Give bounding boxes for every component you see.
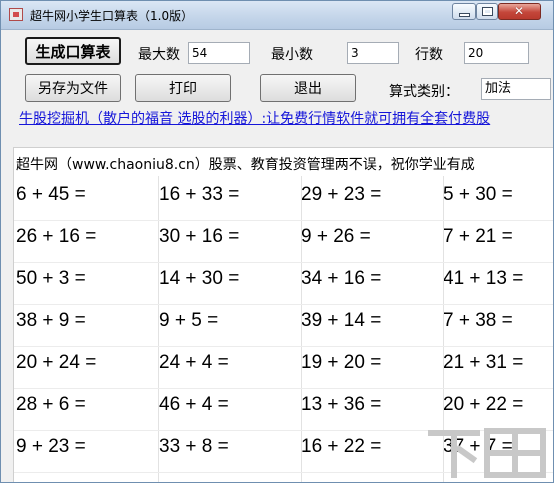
- math-problem: 39 + 14 =: [301, 310, 382, 331]
- math-problem: 38 + 9 =: [16, 310, 86, 331]
- formula-type-select[interactable]: 加法: [481, 78, 551, 100]
- math-problem: 34 + 16 =: [301, 268, 382, 289]
- close-button[interactable]: ✕: [498, 3, 541, 20]
- min-number-input[interactable]: [347, 42, 399, 64]
- print-button[interactable]: 打印: [135, 74, 231, 102]
- watermark-logo: [428, 428, 546, 478]
- generate-button[interactable]: 生成口算表: [25, 37, 121, 65]
- app-icon: [9, 8, 23, 21]
- grid-row-divider: [14, 304, 553, 305]
- formula-type-value: 加法: [485, 81, 512, 96]
- save-as-file-button[interactable]: 另存为文件: [25, 74, 121, 102]
- math-problem: 9 + 23 =: [16, 436, 86, 457]
- minimize-icon: [460, 14, 469, 16]
- grid-row-divider: [14, 346, 553, 347]
- min-number-label: 最小数: [271, 47, 313, 63]
- maximize-icon: [482, 7, 493, 16]
- close-icon: ✕: [514, 4, 525, 18]
- app-window: 超牛网小学生口算表（1.0版） ✕ 生成口算表 最大数 最小数 行数 另存为文件…: [0, 0, 554, 483]
- math-problem: 9 + 5 =: [159, 310, 219, 331]
- math-problem: 20 + 22 =: [443, 394, 524, 415]
- math-problem: 28 + 6 =: [16, 394, 86, 415]
- math-problem: 7 + 38 =: [443, 310, 513, 331]
- max-number-label: 最大数: [138, 47, 180, 63]
- math-problem: 21 + 31 =: [443, 352, 524, 373]
- grid-row-divider: [14, 388, 553, 389]
- math-problem: 33 + 8 =: [159, 436, 229, 457]
- math-problem: 20 + 24 =: [16, 352, 97, 373]
- math-problem: 41 + 13 =: [443, 268, 524, 289]
- minimize-button[interactable]: [452, 3, 476, 20]
- rows-label: 行数: [415, 47, 443, 63]
- title-bar: 超牛网小学生口算表（1.0版） ✕: [1, 1, 553, 30]
- worksheet-header: 超牛网（www.chaoniu8.cn）股票、教育投资管理两不误，祝你学业有成: [16, 157, 475, 173]
- math-problem: 7 + 21 =: [443, 226, 513, 247]
- promo-link[interactable]: 牛股挖掘机（散户的福音 选股的利器）:让免费行情软件就可拥有全套付费股: [19, 108, 549, 128]
- math-problem: 5 + 30 =: [443, 184, 513, 205]
- math-problem: 13 + 36 =: [301, 394, 382, 415]
- exit-button[interactable]: 退出: [260, 74, 356, 102]
- math-problem: 29 + 23 =: [301, 184, 382, 205]
- max-number-input[interactable]: [188, 42, 250, 64]
- math-problem: 9 + 26 =: [301, 226, 371, 247]
- grid-column-divider: [301, 176, 302, 482]
- math-problem: 26 + 16 =: [16, 226, 97, 247]
- math-problem: 24 + 4 =: [159, 352, 229, 373]
- grid-row-divider: [14, 220, 553, 221]
- math-problem: 16 + 33 =: [159, 184, 240, 205]
- window-title: 超牛网小学生口算表（1.0版）: [30, 9, 194, 23]
- maximize-button[interactable]: [476, 3, 498, 20]
- math-problem: 46 + 4 =: [159, 394, 229, 415]
- math-problem: 6 + 45 =: [16, 184, 86, 205]
- formula-type-label: 算式类别：: [389, 84, 459, 100]
- grid-column-divider: [158, 176, 159, 482]
- math-problem: 30 + 16 =: [159, 226, 240, 247]
- math-problem: 50 + 3 =: [16, 268, 86, 289]
- grid-row-divider: [14, 262, 553, 263]
- math-problem: 19 + 20 =: [301, 352, 382, 373]
- math-problem: 16 + 22 =: [301, 436, 382, 457]
- math-problem: 14 + 30 =: [159, 268, 240, 289]
- rows-input[interactable]: [464, 42, 529, 64]
